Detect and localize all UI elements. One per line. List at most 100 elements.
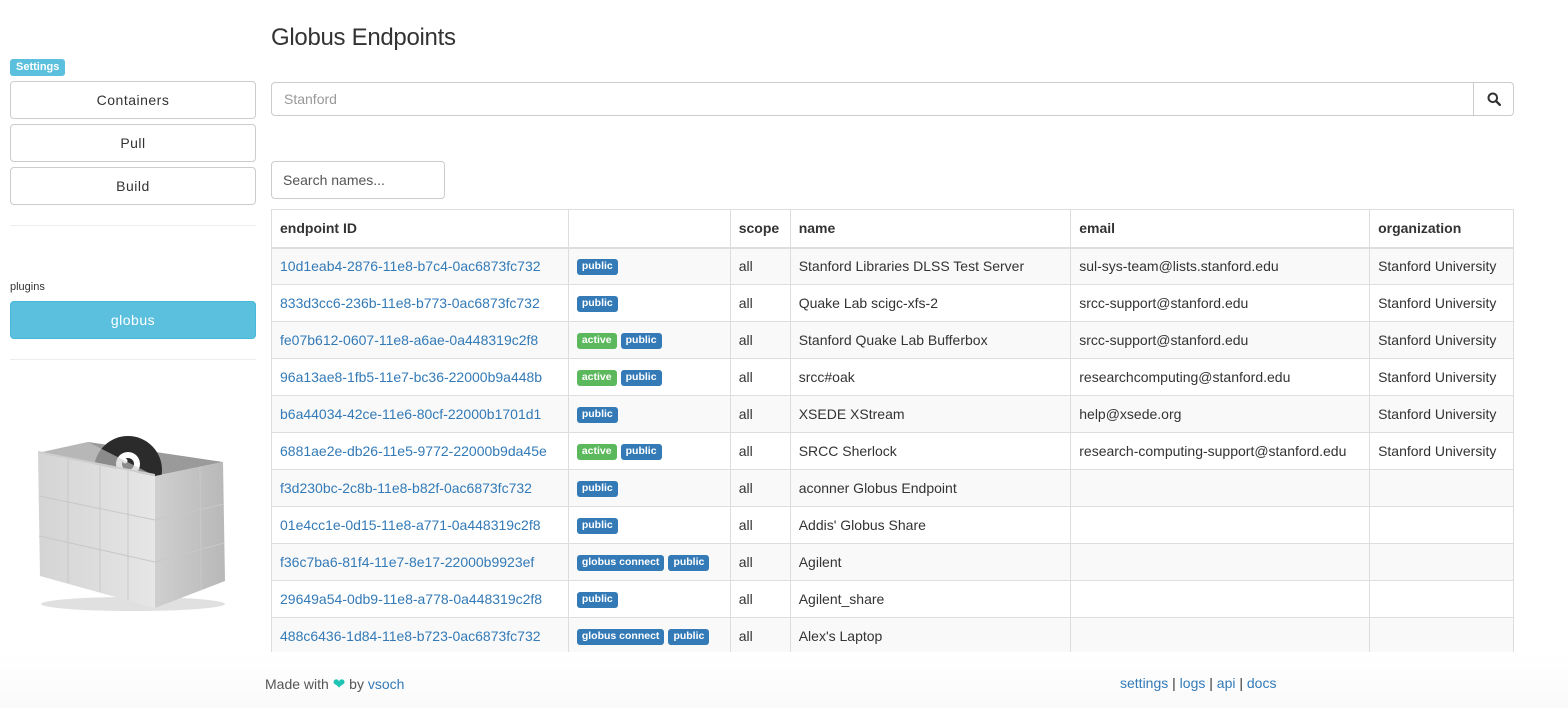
endpoint-search-input[interactable] <box>271 82 1474 116</box>
endpoint-search <box>271 82 1514 116</box>
endpoint-id-link[interactable]: 10d1eab4-2876-11e8-b7c4-0ac6873fc732 <box>280 258 541 274</box>
footer-background <box>0 652 1568 708</box>
cell-email: help@xsede.org <box>1070 395 1371 433</box>
by-text: by <box>349 676 364 692</box>
logo-box-icon <box>38 436 225 611</box>
column-header-email[interactable]: email <box>1070 209 1371 249</box>
footer-separator: | <box>1239 675 1243 691</box>
column-header-name[interactable]: name <box>789 209 1072 249</box>
cell-email <box>1070 580 1371 618</box>
column-header-organization[interactable]: organization <box>1369 209 1514 249</box>
column-header-scope[interactable]: scope <box>729 209 791 249</box>
cell-labels: public <box>567 247 731 285</box>
cell-organization: Stanford University <box>1369 395 1514 433</box>
table-row: f36c7ba6-81f4-11e7-8e17-22000b9923ef glob… <box>271 543 1514 581</box>
cell-email: srcc-support@stanford.edu <box>1070 284 1371 322</box>
table-row: 29649a54-0db9-11e8-a778-0a448319c2f8 publ… <box>271 580 1514 618</box>
cell-scope: all <box>729 469 791 507</box>
cell-name: XSEDE XStream <box>789 395 1072 433</box>
cell-organization: Stanford University <box>1369 358 1514 396</box>
table-row: 10d1eab4-2876-11e8-b7c4-0ac6873fc732 publ… <box>271 247 1514 285</box>
settings-badge: Settings <box>10 59 66 76</box>
endpoint-id-link[interactable]: 96a13ae8-1fb5-11e7-bc36-22000b9a448b <box>280 369 542 385</box>
cell-labels: public <box>567 580 731 618</box>
cell-labels: active public <box>567 358 731 396</box>
public-badge: public <box>576 481 618 497</box>
cell-scope: all <box>729 247 791 285</box>
cell-organization <box>1369 506 1514 544</box>
endpoint-id-link[interactable]: 6881ae2e-db26-11e5-9772-22000b9da45e <box>280 443 547 459</box>
endpoint-id-link[interactable]: fe07b612-0607-11e8-a6ae-0a448319c2f8 <box>280 332 538 348</box>
cell-labels: public <box>567 395 731 433</box>
cell-scope: all <box>729 284 791 322</box>
cell-email <box>1070 543 1371 581</box>
author-link[interactable]: vsoch <box>368 676 405 692</box>
cell-name: Alex's Laptop <box>789 617 1072 655</box>
cell-scope: all <box>729 321 791 359</box>
endpoint-id-link[interactable]: 01e4cc1e-0d15-11e8-a771-0a448319c2f8 <box>280 517 541 533</box>
containers-button[interactable]: Containers <box>10 81 256 119</box>
endpoint-id-link[interactable]: f3d230bc-2c8b-11e8-b82f-0ac6873fc732 <box>280 480 532 496</box>
cell-labels: public <box>567 506 731 544</box>
cell-scope: all <box>729 617 791 655</box>
cell-email: srcc-support@stanford.edu <box>1070 321 1371 359</box>
cell-labels: public <box>567 469 731 507</box>
footer-separator: | <box>1172 675 1176 691</box>
public-badge: public <box>620 333 662 349</box>
public-badge: public <box>576 518 618 534</box>
endpoint-id-link[interactable]: f36c7ba6-81f4-11e7-8e17-22000b9923ef <box>280 554 534 570</box>
names-filter-input[interactable] <box>271 161 445 199</box>
endpoint-id-link[interactable]: 488c6436-1d84-11e8-b723-0ac6873fc732 <box>280 628 541 644</box>
cell-name: Stanford Libraries DLSS Test Server <box>789 247 1072 285</box>
cell-email: research-computing-support@stanford.edu <box>1070 432 1371 470</box>
cell-organization: Stanford University <box>1369 284 1514 322</box>
public-badge: public <box>576 407 618 423</box>
table-row: 488c6436-1d84-11e8-b723-0ac6873fc732 glob… <box>271 617 1514 655</box>
cell-endpoint-id: 01e4cc1e-0d15-11e8-a771-0a448319c2f8 <box>271 506 569 544</box>
cell-name: Addis' Globus Share <box>789 506 1072 544</box>
cell-email <box>1070 469 1371 507</box>
cell-labels: active public <box>567 432 731 470</box>
search-button[interactable] <box>1474 82 1514 116</box>
cell-endpoint-id: f3d230bc-2c8b-11e8-b82f-0ac6873fc732 <box>271 469 569 507</box>
public-badge: public <box>668 555 710 571</box>
active-badge: active <box>576 444 617 460</box>
column-header-endpoint-id[interactable]: endpoint ID <box>271 209 569 249</box>
sidebar-divider <box>10 359 256 360</box>
active-badge: active <box>576 333 617 349</box>
table-row: 6881ae2e-db26-11e5-9772-22000b9da45e acti… <box>271 432 1514 470</box>
endpoint-id-link[interactable]: 833d3cc6-236b-11e8-b773-0ac6873fc732 <box>280 295 540 311</box>
public-badge: public <box>576 592 618 608</box>
table-row: fe07b612-0607-11e8-a6ae-0a448319c2f8 acti… <box>271 321 1514 359</box>
globus-plugin-button[interactable]: globus <box>10 301 256 339</box>
cell-organization: Stanford University <box>1369 432 1514 470</box>
active-badge: active <box>576 370 617 386</box>
cell-name: Stanford Quake Lab Bufferbox <box>789 321 1072 359</box>
cell-endpoint-id: 833d3cc6-236b-11e8-b773-0ac6873fc732 <box>271 284 569 322</box>
table-row: 833d3cc6-236b-11e8-b773-0ac6873fc732 publ… <box>271 284 1514 322</box>
cell-endpoint-id: 488c6436-1d84-11e8-b723-0ac6873fc732 <box>271 617 569 655</box>
endpoint-id-link[interactable]: 29649a54-0db9-11e8-a778-0a448319c2f8 <box>280 591 542 607</box>
globus-connect-badge: globus connect <box>576 629 665 645</box>
footer-separator: | <box>1209 675 1213 691</box>
footer-link-logs[interactable]: logs <box>1180 675 1206 691</box>
table-header-row: endpoint ID scope name email organizatio… <box>271 209 1514 249</box>
endpoint-id-link[interactable]: b6a44034-42ce-11e6-80cf-22000b1701d1 <box>280 406 541 422</box>
build-button[interactable]: Build <box>10 167 256 205</box>
public-badge: public <box>576 296 618 312</box>
cell-organization <box>1369 617 1514 655</box>
cell-email: sul-sys-team@lists.stanford.edu <box>1070 247 1371 285</box>
pull-button[interactable]: Pull <box>10 124 256 162</box>
column-header-labels[interactable] <box>567 209 731 249</box>
cell-organization: Stanford University <box>1369 247 1514 285</box>
footer-link-settings[interactable]: settings <box>1120 675 1168 691</box>
cell-scope: all <box>729 506 791 544</box>
cell-endpoint-id: 6881ae2e-db26-11e5-9772-22000b9da45e <box>271 432 569 470</box>
cell-labels: globus connect public <box>567 543 731 581</box>
footer-link-api[interactable]: api <box>1217 675 1236 691</box>
cell-name: Agilent <box>789 543 1072 581</box>
cell-endpoint-id: fe07b612-0607-11e8-a6ae-0a448319c2f8 <box>271 321 569 359</box>
footer-link-docs[interactable]: docs <box>1247 675 1277 691</box>
cell-name: Quake Lab scigc-xfs-2 <box>789 284 1072 322</box>
heart-icon: ❤ <box>332 676 346 693</box>
